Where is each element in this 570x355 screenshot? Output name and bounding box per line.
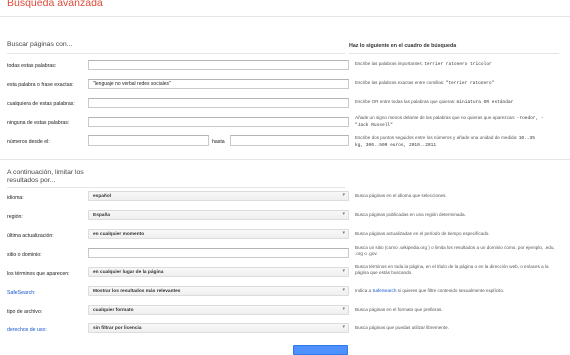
none-words-input[interactable] xyxy=(88,117,349,127)
last-update-select[interactable]: en cualquier momento ▾ xyxy=(88,229,349,239)
any-words-input[interactable] xyxy=(88,98,349,108)
header-divider xyxy=(0,16,570,17)
narrow-section-divider xyxy=(7,187,345,188)
numbers-to-label: hasta xyxy=(212,139,225,145)
chevron-down-icon: ▾ xyxy=(342,192,345,198)
last-update-help: Busca páginas actualizadas en el período… xyxy=(355,231,490,236)
numbers-from-label: números desde el: xyxy=(7,139,50,145)
any-words-label: cualquiera de estas palabras: xyxy=(7,101,75,107)
language-select[interactable]: español ▾ xyxy=(88,191,349,201)
language-help: Busca páginas en el idioma que seleccion… xyxy=(355,193,447,198)
exact-phrase-input[interactable]: "lenguaje no verbal redes sociales" xyxy=(88,79,349,89)
exact-phrase-help: Escribe las palabras exactas entre comil… xyxy=(355,80,495,86)
all-words-input[interactable] xyxy=(88,60,349,70)
terms-appearing-select[interactable]: en cualquier lugar de la página ▾ xyxy=(88,267,349,277)
file-type-select[interactable]: cualquier formato ▾ xyxy=(88,305,349,315)
narrow-section-heading: A continuación, limitar los resultados po… xyxy=(7,169,84,184)
numbers-help: Escribe dos puntos seguidos entre los nú… xyxy=(355,135,535,149)
chevron-down-icon: ▾ xyxy=(342,287,345,293)
any-words-help: Escribe OR entre todas las palabras que … xyxy=(355,99,514,105)
chevron-down-icon: ▾ xyxy=(342,230,345,236)
region-select[interactable]: España ▾ xyxy=(88,210,349,220)
find-section-divider xyxy=(7,53,345,54)
region-label: región: xyxy=(7,214,23,220)
usage-rights-help: Busca páginas que puedas utilizar librem… xyxy=(355,325,449,330)
chevron-down-icon: ▾ xyxy=(342,324,345,330)
usage-rights-label-link[interactable]: derechos de uso: xyxy=(7,327,47,333)
safesearch-label-link[interactable]: SafeSearch: xyxy=(7,290,36,296)
terms-appearing-label: los términos que aparecen: xyxy=(7,271,70,277)
file-type-help: Busca páginas en el formato que prefiera… xyxy=(355,307,443,312)
usage-rights-select[interactable]: sin filtrar por licencia ▾ xyxy=(88,323,349,333)
all-words-label: todas estas palabras: xyxy=(7,63,57,69)
last-update-label: última actualización: xyxy=(7,233,54,239)
chevron-down-icon: ▾ xyxy=(342,268,345,274)
safesearch-select[interactable]: Mostrar los resultados más relevantes ▾ xyxy=(88,286,349,296)
numbers-from-input[interactable] xyxy=(88,135,209,146)
none-words-label: ninguna de estas palabras: xyxy=(7,120,70,126)
file-type-label: tipo de archivo: xyxy=(7,309,43,315)
site-domain-help: Busca un sitio (como .wikipedia.org ) o … xyxy=(355,245,555,257)
chevron-down-icon: ▾ xyxy=(342,306,345,312)
exact-phrase-label: esta palabra o frase exactas: xyxy=(7,82,74,88)
none-words-help: Añade un signo menos delante de las pala… xyxy=(355,115,544,129)
region-help: Busca páginas publicadas en una región d… xyxy=(355,212,466,217)
language-label: idioma: xyxy=(7,195,24,201)
find-section-heading: Buscar páginas con... xyxy=(7,41,73,48)
chevron-down-icon: ▾ xyxy=(342,211,345,217)
find-section-right-heading: Haz lo siguiente en el cuadro de búsqued… xyxy=(349,43,457,49)
page-title: Búsqueda avanzada xyxy=(7,0,103,9)
numbers-to-input[interactable] xyxy=(230,135,349,146)
section-divider xyxy=(0,159,570,160)
terms-appearing-help: Busca términos en toda la página, en el … xyxy=(355,264,549,276)
site-domain-input[interactable] xyxy=(88,248,349,258)
all-words-help: Escribe las palabras importantes: terrie… xyxy=(355,61,492,67)
safesearch-help: Indica a SafeSearch si quieres que filtr… xyxy=(355,288,505,293)
advanced-search-button[interactable] xyxy=(293,345,348,355)
site-domain-label: sitio o dominio: xyxy=(7,252,42,258)
find-section-divider-right xyxy=(349,53,559,54)
safesearch-help-link[interactable]: SafeSearch xyxy=(372,288,396,293)
